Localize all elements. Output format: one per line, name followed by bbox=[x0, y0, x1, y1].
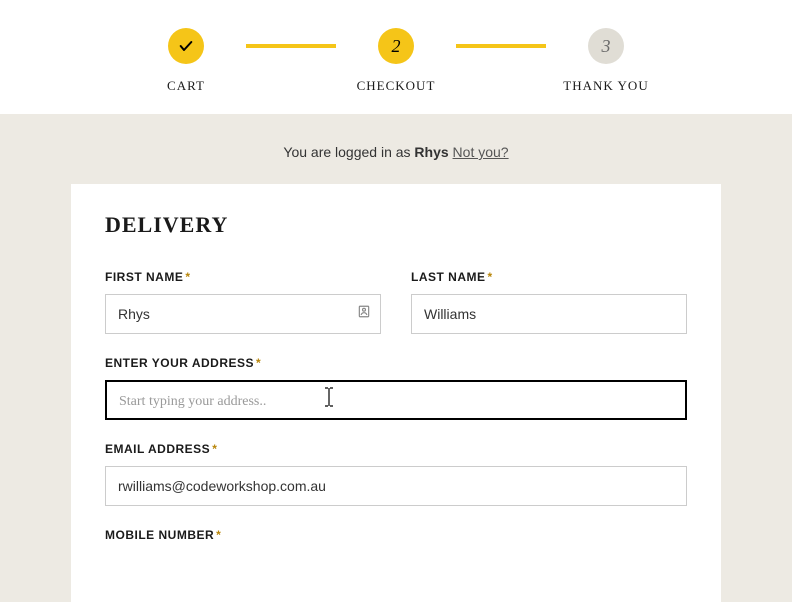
first-name-input[interactable] bbox=[105, 294, 381, 334]
mobile-group: MOBILE NUMBER* bbox=[105, 528, 687, 552]
step-thankyou-circle: 3 bbox=[588, 28, 624, 64]
logged-in-username: Rhys bbox=[414, 144, 448, 160]
step-line bbox=[246, 44, 336, 48]
email-group: EMAIL ADDRESS* bbox=[105, 442, 687, 506]
step-thankyou: 3 THANK YOU bbox=[546, 28, 666, 94]
step-checkout-label: CHECKOUT bbox=[357, 78, 436, 94]
required-mark: * bbox=[212, 442, 217, 456]
last-name-group: LAST NAME* bbox=[411, 270, 687, 334]
first-name-label: FIRST NAME* bbox=[105, 270, 381, 284]
step-checkout[interactable]: 2 CHECKOUT bbox=[336, 28, 456, 94]
address-label-text: ENTER YOUR ADDRESS bbox=[105, 356, 254, 370]
step-checkout-circle: 2 bbox=[378, 28, 414, 64]
not-you-link[interactable]: Not you? bbox=[453, 144, 509, 160]
required-mark: * bbox=[256, 356, 261, 370]
required-mark: * bbox=[185, 270, 190, 284]
logged-in-prefix: You are logged in as bbox=[283, 144, 414, 160]
mobile-row: MOBILE NUMBER* bbox=[105, 528, 687, 552]
step-thankyou-label: THANK YOU bbox=[563, 78, 648, 94]
name-row: FIRST NAME* LAST NAME* bbox=[105, 270, 687, 334]
step-cart[interactable]: CART bbox=[126, 28, 246, 94]
first-name-input-wrap bbox=[105, 294, 381, 334]
address-group: ENTER YOUR ADDRESS* bbox=[105, 356, 687, 420]
address-input[interactable] bbox=[105, 380, 687, 420]
autofill-icon[interactable] bbox=[357, 305, 371, 324]
mobile-label-text: MOBILE NUMBER bbox=[105, 528, 214, 542]
required-mark: * bbox=[216, 528, 221, 542]
step-cart-circle bbox=[168, 28, 204, 64]
page-background: You are logged in as Rhys Not you? DELIV… bbox=[0, 114, 792, 602]
first-name-group: FIRST NAME* bbox=[105, 270, 381, 334]
address-input-wrap bbox=[105, 380, 687, 420]
delivery-card: DELIVERY FIRST NAME* LAST NAME* bbox=[71, 184, 721, 602]
address-row: ENTER YOUR ADDRESS* bbox=[105, 356, 687, 420]
last-name-label-text: LAST NAME bbox=[411, 270, 486, 284]
delivery-title: DELIVERY bbox=[105, 212, 687, 238]
required-mark: * bbox=[488, 270, 493, 284]
email-label: EMAIL ADDRESS* bbox=[105, 442, 687, 456]
mobile-label: MOBILE NUMBER* bbox=[105, 528, 687, 542]
email-row: EMAIL ADDRESS* bbox=[105, 442, 687, 506]
last-name-label: LAST NAME* bbox=[411, 270, 687, 284]
step-cart-label: CART bbox=[167, 78, 205, 94]
checkout-stepper: CART 2 CHECKOUT 3 THANK YOU bbox=[0, 0, 792, 114]
step-line bbox=[456, 44, 546, 48]
email-input[interactable] bbox=[105, 466, 687, 506]
logged-in-status: You are logged in as Rhys Not you? bbox=[0, 144, 792, 160]
check-icon bbox=[178, 38, 194, 54]
last-name-input[interactable] bbox=[411, 294, 687, 334]
address-label: ENTER YOUR ADDRESS* bbox=[105, 356, 687, 370]
email-label-text: EMAIL ADDRESS bbox=[105, 442, 210, 456]
first-name-label-text: FIRST NAME bbox=[105, 270, 183, 284]
